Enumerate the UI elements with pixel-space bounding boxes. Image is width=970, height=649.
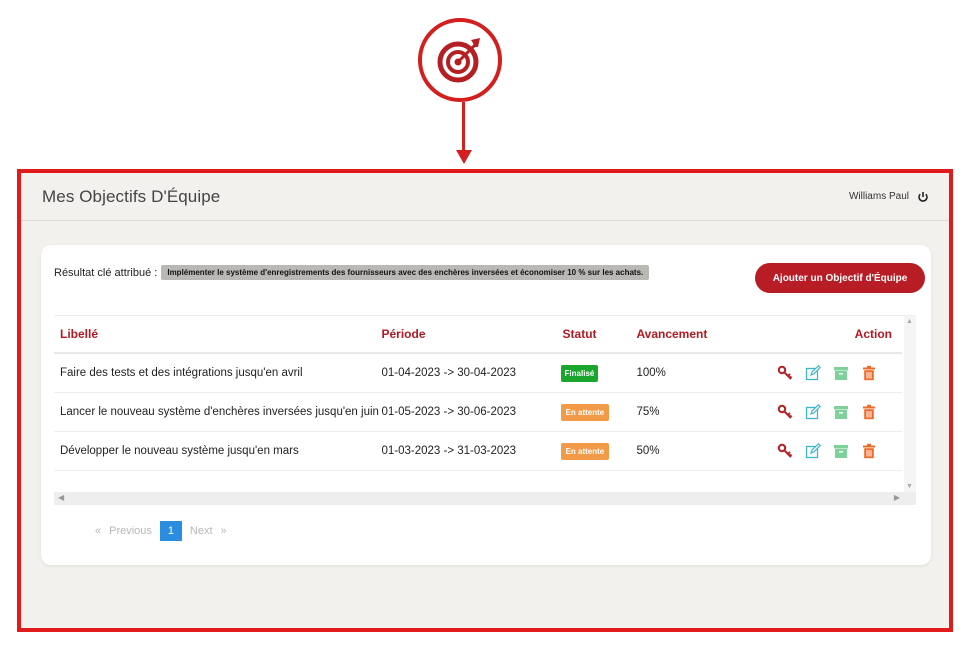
row-actions: [763, 404, 902, 420]
archive-icon[interactable]: [833, 404, 849, 420]
column-header-periode[interactable]: Période: [381, 316, 551, 354]
row-period: 01-05-2023 -> 30-06-2023: [381, 392, 551, 432]
edit-icon[interactable]: [805, 404, 822, 420]
scroll-up-arrow-icon[interactable]: ▲: [906, 318, 913, 325]
previous-arrow[interactable]: «: [95, 525, 101, 537]
key-icon[interactable]: [777, 404, 793, 420]
highlight-frame: Mes Objectifs D'Équipe Williams Paul Rés…: [17, 169, 953, 632]
row-label: Faire des tests et des intégrations jusq…: [54, 353, 382, 393]
objectives-table-wrapper: Libellé Période Statut Avancement Action…: [54, 315, 916, 506]
vertical-scrollbar[interactable]: ▲ ▼: [904, 316, 916, 492]
column-header-action: Action: [763, 316, 902, 354]
table-row: Lancer le nouveau système d'enchères inv…: [54, 392, 902, 432]
page-title: Mes Objectifs D'Équipe: [42, 186, 221, 206]
archive-icon[interactable]: [833, 443, 849, 459]
edit-icon[interactable]: [805, 443, 822, 459]
column-header-avancement[interactable]: Avancement: [636, 316, 764, 354]
status-badge: En attente: [560, 442, 610, 460]
objectives-table: Libellé Période Statut Avancement Action…: [54, 316, 902, 471]
scroll-left-arrow-icon[interactable]: ◀: [58, 493, 64, 502]
key-result-row: Résultat clé attribué : Implémenter le s…: [54, 265, 650, 280]
table-row: Faire des tests et des intégrations jusq…: [54, 353, 902, 393]
pointer-arrow-head: [456, 150, 472, 164]
status-badge: Finalisé: [560, 364, 599, 382]
horizontal-scrollbar[interactable]: ◀ ▶: [54, 492, 916, 505]
user-name[interactable]: Williams Paul: [849, 191, 909, 202]
row-actions: [763, 365, 902, 381]
key-icon[interactable]: [777, 365, 793, 381]
table-row: Développer le nouveau système jusqu'en m…: [54, 431, 902, 471]
trash-icon[interactable]: [861, 365, 877, 381]
previous-link[interactable]: Previous: [109, 525, 152, 537]
column-header-statut[interactable]: Statut: [550, 316, 637, 354]
next-link[interactable]: Next: [190, 525, 213, 537]
table-header-row: Libellé Période Statut Avancement Action: [54, 316, 902, 354]
next-arrow[interactable]: »: [221, 525, 227, 537]
objectives-card: Résultat clé attribué : Implémenter le s…: [41, 245, 931, 565]
key-result-label: Résultat clé attribué :: [54, 266, 158, 279]
scroll-right-arrow-icon[interactable]: ▶: [894, 493, 900, 502]
row-label: Lancer le nouveau système d'enchères inv…: [54, 392, 382, 432]
column-header-libelle[interactable]: Libellé: [54, 316, 382, 354]
status-badge: En attente: [560, 403, 610, 421]
row-progress: 100%: [636, 353, 764, 393]
app-header: Mes Objectifs D'Équipe Williams Paul: [21, 173, 949, 221]
user-area: Williams Paul: [849, 191, 929, 203]
edit-icon[interactable]: [805, 365, 822, 381]
row-actions: [763, 443, 902, 459]
key-result-badge: Implémenter le système d'enregistrements…: [161, 265, 650, 280]
archive-icon[interactable]: [833, 365, 849, 381]
trash-icon[interactable]: [861, 443, 877, 459]
row-period: 01-03-2023 -> 31-03-2023: [381, 431, 551, 471]
row-label: Développer le nouveau système jusqu'en m…: [54, 431, 382, 471]
current-page[interactable]: 1: [159, 521, 182, 541]
row-progress: 50%: [636, 431, 764, 471]
add-team-objective-button[interactable]: Ajouter un Objectif d'Équipe: [755, 263, 925, 293]
pointer-arrow-line: [462, 102, 465, 154]
row-progress: 75%: [636, 392, 764, 432]
target-icon: [418, 18, 502, 102]
trash-icon[interactable]: [861, 404, 877, 420]
scroll-down-arrow-icon[interactable]: ▼: [906, 483, 913, 490]
key-icon[interactable]: [777, 443, 793, 459]
pagination: « Previous 1 Next »: [95, 521, 227, 541]
row-period: 01-04-2023 -> 30-04-2023: [381, 353, 551, 393]
power-icon[interactable]: [917, 191, 929, 203]
